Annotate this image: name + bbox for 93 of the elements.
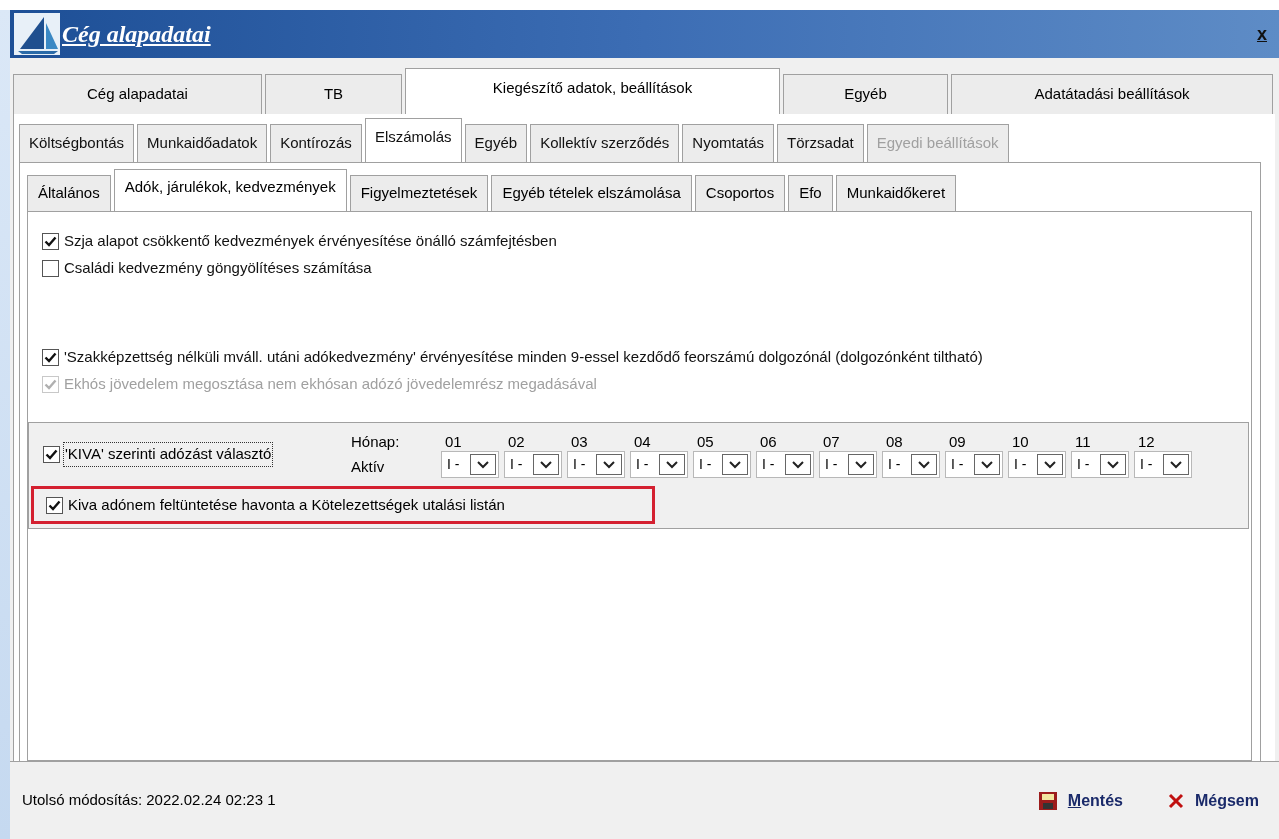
tab[interactable]: Figyelmeztetések — [349, 175, 489, 211]
tab[interactable]: Adatátadási beállítások — [951, 74, 1273, 114]
dropdown-value: I - — [510, 455, 523, 474]
window-title: Cég alapadatai — [62, 20, 211, 49]
checkmark-icon — [44, 236, 57, 247]
tab[interactable]: Munkaidőadatok — [137, 124, 268, 162]
dropdown-value: I - — [762, 455, 775, 474]
dropdown-value: I - — [825, 455, 838, 474]
checkbox[interactable] — [42, 233, 59, 250]
month-number: 03 — [570, 432, 589, 451]
tab[interactable]: Adók, járulékok, kedvezmények — [113, 169, 347, 211]
tab[interactable]: Kollektív szerződés — [530, 124, 680, 162]
chevron-down-icon — [1163, 454, 1189, 475]
dropdown-value: I - — [636, 455, 649, 474]
month-label: Hónap: — [351, 432, 401, 452]
chevron-down-icon — [974, 454, 1000, 475]
month-number: 09 — [948, 432, 967, 451]
month-dropdown[interactable]: I - — [441, 451, 499, 478]
chevron-down-icon — [911, 454, 937, 475]
option-label: Családi kedvezmény göngyölítéses számítása — [64, 258, 372, 279]
option-label: 'Szakképzettség nélküli mváll. utáni adókedvezmény' érvényesítése minden 9-essel kezdődő feorszámú dolgozónál (dolgozónként tiltható) — [64, 347, 983, 368]
checkmark-icon — [44, 379, 57, 390]
dropdown-value: I - — [1140, 455, 1153, 474]
chevron-down-icon — [533, 454, 559, 475]
dropdown-value: I - — [888, 455, 901, 474]
dropdown-value: I - — [699, 455, 712, 474]
month-number: 05 — [696, 432, 715, 451]
tab[interactable]: Efo — [788, 175, 833, 211]
dropdown-value: I - — [1014, 455, 1027, 474]
month-dropdown[interactable]: I - — [693, 451, 751, 478]
tab[interactable]: Költségbontás — [19, 124, 135, 162]
month-number: 07 — [822, 432, 841, 451]
option-label: 'KIVA' szerinti adózást választó — [63, 442, 274, 467]
month-dropdown[interactable]: I - — [756, 451, 814, 478]
chevron-down-icon — [1100, 454, 1126, 475]
tab[interactable]: Kiegészítő adatok, beállítások — [405, 68, 780, 114]
checkbox[interactable] — [42, 260, 59, 277]
option-label: Szja alapot csökkentő kedvezmények érvényesítése önálló számfejtésben — [64, 231, 557, 252]
tab[interactable]: Törzsadat — [777, 124, 864, 162]
checkmark-icon — [44, 352, 57, 363]
month-number: 12 — [1137, 432, 1156, 451]
last-modified-text: Utolsó módosítás: 2022.02.24 02:23 1 — [22, 790, 276, 811]
month-dropdown[interactable]: I - — [819, 451, 877, 478]
chevron-down-icon — [1037, 454, 1063, 475]
tab[interactable]: Egyéb — [464, 124, 528, 162]
month-dropdown[interactable]: I - — [1071, 451, 1129, 478]
sail-logo-icon — [14, 13, 60, 55]
tab[interactable]: Általános — [27, 175, 111, 211]
chevron-down-icon — [722, 454, 748, 475]
chevron-down-icon — [785, 454, 811, 475]
tab[interactable]: Egyéb — [783, 74, 948, 114]
month-dropdown[interactable]: I - — [630, 451, 688, 478]
month-dropdown[interactable]: I - — [1008, 451, 1066, 478]
month-number: 04 — [633, 432, 652, 451]
tab[interactable]: Kontírozás — [270, 124, 362, 162]
month-number: 08 — [885, 432, 904, 451]
checkbox[interactable] — [43, 446, 60, 463]
option-label: Kiva adónem feltüntetése havonta a Kötelezettségek utalási listán — [68, 494, 505, 515]
dropdown-value: I - — [447, 455, 460, 474]
checkbox[interactable] — [46, 496, 63, 514]
checkmark-icon — [45, 449, 58, 460]
chevron-down-icon — [848, 454, 874, 475]
option-label: Ekhós jövedelem megosztása nem ekhósan adózó jövedelemrész megadásával — [64, 374, 597, 395]
month-number: 01 — [444, 432, 463, 451]
month-dropdown[interactable]: I - — [1134, 451, 1192, 478]
dropdown-value: I - — [951, 455, 964, 474]
chevron-down-icon — [659, 454, 685, 475]
month-number: 06 — [759, 432, 778, 451]
chevron-down-icon — [470, 454, 496, 475]
tab[interactable]: TB — [265, 74, 402, 114]
tab[interactable]: Nyomtatás — [682, 124, 775, 162]
active-label: Aktív — [351, 456, 386, 477]
month-dropdown[interactable]: I - — [504, 451, 562, 478]
tab[interactable]: Csoportos — [694, 175, 786, 211]
close-icon — [1166, 791, 1185, 810]
checkmark-icon — [48, 499, 61, 511]
month-dropdown[interactable]: I - — [567, 451, 625, 478]
tab[interactable]: Egyéb tételek elszámolása — [491, 175, 692, 211]
close-button[interactable]: x — [1257, 25, 1267, 43]
checkbox[interactable] — [42, 349, 59, 366]
chevron-down-icon — [596, 454, 622, 475]
tab[interactable]: Cég alapadatai — [13, 74, 262, 114]
tab[interactable]: Munkaidőkeret — [835, 175, 957, 211]
month-number: 02 — [507, 432, 526, 451]
cancel-button[interactable]: Mégsem — [1166, 788, 1259, 813]
dropdown-value: I - — [573, 455, 586, 474]
month-dropdown[interactable]: I - — [945, 451, 1003, 478]
dropdown-value: I - — [1077, 455, 1090, 474]
tab[interactable]: Elszámolás — [364, 118, 462, 162]
month-dropdown[interactable]: I - — [882, 451, 940, 478]
save-button[interactable]: Mentés — [1037, 788, 1123, 813]
month-number: 11 — [1074, 432, 1092, 451]
month-number: 10 — [1011, 432, 1030, 451]
